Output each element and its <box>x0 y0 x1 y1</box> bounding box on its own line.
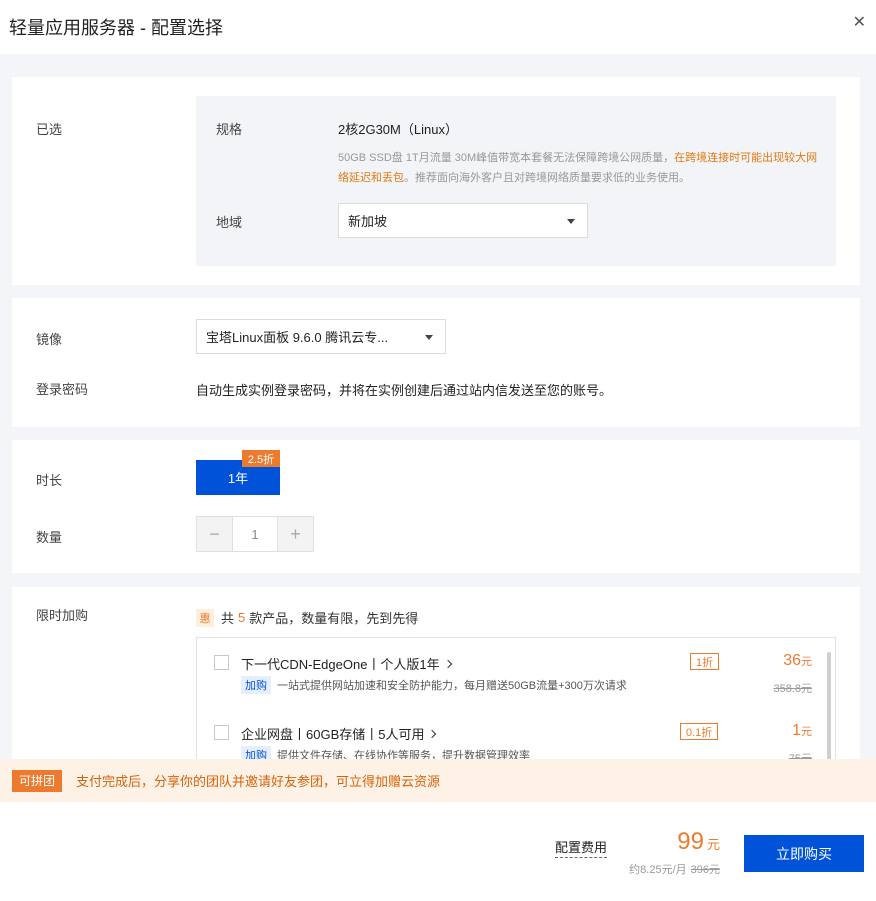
addon-tag: 加购 <box>241 676 271 694</box>
price-unit: 元 <box>801 656 812 668</box>
addon-tag: 加购 <box>241 746 271 759</box>
fee-label[interactable]: 配置费用 <box>555 837 608 858</box>
original-total: 396元 <box>690 864 720 876</box>
promo-head-post: 款产品，数量有限，先到先得 <box>249 611 419 626</box>
region-key: 地域 <box>216 215 243 230</box>
plus-button[interactable]: + <box>278 517 313 551</box>
promo-count: 5 <box>238 610 246 625</box>
product-price: 36元 <box>783 652 812 670</box>
chevron-down-icon <box>567 218 575 224</box>
chevron-right-icon <box>443 659 452 668</box>
selected-card: 已选 规格 2核2G30M（Linux） 50GB SSD盘 1T月流量 30M… <box>12 77 860 285</box>
spec-key: 规格 <box>216 122 243 137</box>
list-item: 企业网盘丨60GB存储丨5人可用 加购 提供文件存储、在线协作等服务，提升数据管… <box>197 708 835 759</box>
quantity-label: 数量 <box>36 530 63 545</box>
promo-header: 惠 共 5 款产品，数量有限，先到先得 <box>196 608 418 627</box>
scrollbar[interactable] <box>827 652 831 759</box>
price-unit: 元 <box>801 726 812 738</box>
total-price-value: 99 <box>677 828 704 855</box>
promo-label: 限时加购 <box>36 608 89 623</box>
product-link[interactable]: 企业网盘丨60GB存储丨5人可用 <box>241 724 437 743</box>
buy-now-button[interactable]: 立即购买 <box>744 835 864 872</box>
dialog-header: 轻量应用服务器 - 配置选择 ✕ <box>0 0 876 54</box>
password-label: 登录密码 <box>36 382 89 397</box>
promo-card: 限时加购 惠 共 5 款产品，数量有限，先到先得 下一代CDN-EdgeOne丨… <box>12 587 860 759</box>
original-price: 358.8元 <box>773 683 812 695</box>
total-price-unit: 元 <box>706 837 720 852</box>
total-price: 99 元 <box>677 828 720 856</box>
product-name: 下一代CDN-EdgeOne丨个人版1年 <box>241 657 440 672</box>
original-price: 75元 <box>788 753 812 759</box>
quantity-value[interactable]: 1 <box>232 517 278 551</box>
price-value: 1 <box>792 722 801 739</box>
product-description: 提供文件存储、在线协作等服务，提升数据管理效率 <box>277 750 530 759</box>
quantity-stepper: − 1 + <box>196 516 314 552</box>
group-buy-text: 支付完成后，分享你的团队并邀请好友参团，可立得加赠云资源 <box>76 774 441 789</box>
checkbox[interactable] <box>214 655 229 670</box>
promo-icon: 惠 <box>196 608 214 627</box>
monthly-price: 约8.25元/月 <box>629 864 687 876</box>
chevron-down-icon <box>425 334 433 340</box>
duration-card: 时长 1年 2.5折 数量 − 1 + <box>12 440 860 573</box>
product-name: 企业网盘丨60GB存储丨5人可用 <box>241 727 425 742</box>
password-text: 自动生成实例登录密码，并将在实例创建后通过站内信发送至您的账号。 <box>196 383 613 398</box>
group-buy-pill: 可拼团 <box>12 769 63 792</box>
spec-value: 2核2G30M（Linux） <box>338 122 458 137</box>
image-card: 镜像 宝塔Linux面板 9.6.0 腾讯云专... 登录密码 自动生成实例登录… <box>12 298 860 427</box>
group-buy-banner: 可拼团 支付完成后，分享你的团队并邀请好友参团，可立得加赠云资源 <box>0 759 876 802</box>
spec-box: 规格 2核2G30M（Linux） 50GB SSD盘 1T月流量 30M峰值带… <box>196 96 836 266</box>
dialog-title: 轻量应用服务器 - 配置选择 <box>9 18 223 38</box>
duration-label: 时长 <box>36 473 63 488</box>
list-item: 下一代CDN-EdgeOne丨个人版1年 加购 一站式提供网站加速和安全防护能力… <box>197 638 835 708</box>
image-select[interactable]: 宝塔Linux面板 9.6.0 腾讯云专... <box>196 319 446 354</box>
region-value: 新加坡 <box>348 214 388 229</box>
image-label: 镜像 <box>36 332 63 347</box>
minus-button[interactable]: − <box>197 517 232 551</box>
discount-badge: 2.5折 <box>242 450 280 467</box>
selected-label: 已选 <box>36 122 63 137</box>
footer: 配置费用 99 元 约8.25元/月 396元 立即购买 <box>0 802 876 901</box>
checkbox[interactable] <box>214 725 229 740</box>
region-select[interactable]: 新加坡 <box>338 203 588 238</box>
product-price: 1元 <box>792 722 812 740</box>
close-icon[interactable]: ✕ <box>853 12 866 32</box>
discount-tag: 1折 <box>690 653 720 670</box>
promo-head-pre: 共 <box>221 611 235 626</box>
discount-tag: 0.1折 <box>680 723 719 740</box>
product-link[interactable]: 下一代CDN-EdgeOne丨个人版1年 <box>241 654 452 673</box>
price-subtext: 约8.25元/月 396元 <box>629 861 720 877</box>
chevron-right-icon <box>428 729 437 738</box>
promo-list: 下一代CDN-EdgeOne丨个人版1年 加购 一站式提供网站加速和安全防护能力… <box>196 637 836 759</box>
image-value: 宝塔Linux面板 9.6.0 腾讯云专... <box>206 330 389 345</box>
price-value: 36 <box>783 652 801 669</box>
spec-desc-part2: 。推荐面向海外客户且对跨境网络质量要求低的业务使用。 <box>404 172 690 184</box>
product-description: 一站式提供网站加速和安全防护能力，每月赠送50GB流量+300万次请求 <box>277 680 627 692</box>
spec-description: 50GB SSD盘 1T月流量 30M峰值带宽本套餐无法保障跨境公网质量，在跨境… <box>338 148 818 188</box>
spec-desc-part1: 50GB SSD盘 1T月流量 30M峰值带宽本套餐无法保障跨境公网质量， <box>338 152 675 164</box>
